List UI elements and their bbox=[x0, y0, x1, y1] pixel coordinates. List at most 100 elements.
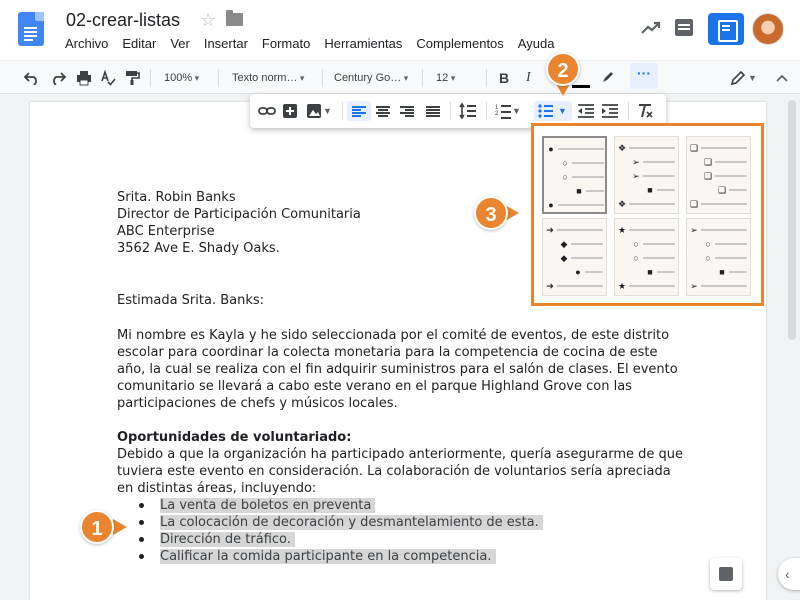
menu-bar: Archivo Editar Ver Insertar Formato Herr… bbox=[58, 36, 561, 51]
chevron-down-icon[interactable]: ▼ bbox=[748, 61, 757, 95]
italic-button[interactable]: I bbox=[526, 61, 531, 95]
toolbar-divider bbox=[150, 69, 151, 87]
spellcheck-icon[interactable] bbox=[100, 70, 116, 86]
bullet-style-menu: ● ○ ○ ■ ● ❖ ➢ ➢ ■ ❖ ❑ ❑ ❑ ❑ ❑ ➔ ◆ ◆ ● ➔ … bbox=[531, 123, 764, 306]
bullet-diamond-icon: ◆ bbox=[560, 253, 568, 263]
menu-complementos[interactable]: Complementos bbox=[409, 36, 510, 51]
bullet-square-icon: ■ bbox=[576, 186, 582, 196]
bulleted-list-button[interactable]: ▼ bbox=[534, 101, 572, 121]
text-color-bar[interactable] bbox=[572, 85, 590, 88]
clear-formatting-icon[interactable] bbox=[636, 101, 654, 121]
address-line: Srita. Robin Banks bbox=[117, 190, 236, 205]
bullet-diamond-icon: ◆ bbox=[560, 239, 568, 249]
highlight-pen-icon[interactable] bbox=[600, 69, 616, 85]
bullet-arrowhead-icon: ➢ bbox=[632, 157, 640, 167]
menu-herramientas[interactable]: Herramientas bbox=[317, 36, 409, 51]
avatar[interactable] bbox=[752, 13, 784, 45]
bullet-style-option-diamond[interactable]: ❖ ➢ ➢ ■ ❖ bbox=[614, 136, 679, 214]
bullet-style-option-arrow[interactable]: ➔ ◆ ◆ ● ➔ bbox=[542, 218, 607, 296]
line-spacing-icon[interactable] bbox=[458, 101, 478, 121]
bullet-box-icon: ❑ bbox=[689, 143, 699, 153]
paint-format-icon[interactable] bbox=[124, 70, 140, 86]
bulleted-list[interactable]: La venta de boletos en preventa La coloc… bbox=[139, 497, 543, 565]
share-button[interactable] bbox=[708, 13, 744, 45]
callout-1: 1 bbox=[80, 510, 114, 544]
print-icon[interactable] bbox=[76, 70, 92, 86]
bullet-circle-icon: ○ bbox=[562, 172, 568, 182]
document-title[interactable]: 02-crear-listas bbox=[66, 10, 180, 31]
bullet-square-icon: ■ bbox=[647, 185, 653, 195]
main-toolbar: 100% Texto norm… Century Go… 12 B I ▼ bbox=[0, 60, 800, 94]
bullet-style-option-disc[interactable]: ● ○ ○ ■ ● bbox=[542, 136, 607, 214]
decrease-indent-icon[interactable] bbox=[576, 101, 596, 121]
bullet-box-icon: ❑ bbox=[703, 157, 713, 167]
list-item-text: La venta de boletos en preventa bbox=[160, 498, 376, 513]
list-item[interactable]: Calificar la comida participante en la c… bbox=[139, 548, 523, 565]
menu-archivo[interactable]: Archivo bbox=[58, 36, 115, 51]
bullet-circle-icon: ○ bbox=[633, 239, 639, 249]
callout-2: 2 bbox=[546, 52, 580, 86]
list-item[interactable]: La colocación de decoración y desmantela… bbox=[139, 514, 543, 531]
align-center-button[interactable] bbox=[371, 101, 395, 121]
align-left-button[interactable] bbox=[347, 101, 371, 121]
bullet-dot bbox=[139, 503, 144, 508]
chevron-down-icon[interactable]: ▼ bbox=[512, 101, 521, 121]
align-right-button[interactable] bbox=[395, 101, 419, 121]
zoom-select[interactable]: 100% bbox=[164, 61, 199, 95]
list-item[interactable]: La venta de boletos en preventa bbox=[139, 497, 523, 514]
menu-ayuda[interactable]: Ayuda bbox=[511, 36, 562, 51]
bullet-style-option-star[interactable]: ★ ○ ○ ■ ★ bbox=[614, 218, 679, 296]
toolbar-divider bbox=[342, 102, 343, 120]
increase-indent-icon[interactable] bbox=[600, 101, 620, 121]
menu-ver[interactable]: Ver bbox=[163, 36, 197, 51]
font-size-select[interactable]: 12 bbox=[436, 61, 455, 95]
volunteer-text: Debido a que la organización ha particip… bbox=[117, 447, 684, 496]
callout-3: 3 bbox=[474, 196, 508, 230]
recipient-address[interactable]: Srita. Robin Banks Director de Participa… bbox=[117, 189, 361, 257]
menu-formato[interactable]: Formato bbox=[255, 36, 317, 51]
insert-comment-icon[interactable] bbox=[282, 101, 298, 121]
insert-image-icon[interactable] bbox=[306, 101, 322, 121]
bullet-arrowhead-icon: ➢ bbox=[632, 171, 640, 181]
undo-icon[interactable] bbox=[24, 71, 40, 85]
bullet-style-option-box[interactable]: ❑ ❑ ❑ ❑ ❑ bbox=[686, 136, 751, 214]
menu-insertar[interactable]: Insertar bbox=[197, 36, 255, 51]
menu-editar[interactable]: Editar bbox=[115, 36, 163, 51]
explore-button[interactable] bbox=[710, 558, 742, 590]
scrollbar-thumb[interactable] bbox=[788, 100, 796, 340]
bullet-style-option-arrowhead[interactable]: ➢ ○ ○ ■ ➢ bbox=[686, 218, 751, 296]
salutation[interactable]: Estimada Srita. Banks: bbox=[117, 292, 264, 309]
star-icon[interactable]: ☆ bbox=[200, 10, 216, 31]
bullet-arrowhead-icon: ➢ bbox=[690, 225, 698, 235]
bullet-arrow-icon: ➔ bbox=[546, 225, 554, 235]
body-paragraph[interactable]: Mi nombre es Kayla y he sido seleccionad… bbox=[117, 327, 687, 412]
volunteer-section[interactable]: Oportunidades de voluntariado: Debido a … bbox=[117, 429, 687, 497]
folder-icon[interactable] bbox=[226, 10, 243, 26]
bold-button[interactable]: B bbox=[499, 61, 509, 95]
comment-icon[interactable] bbox=[675, 19, 693, 36]
edit-mode-icon[interactable] bbox=[730, 70, 746, 86]
toolbar-divider bbox=[486, 102, 487, 120]
collapse-menu-icon[interactable] bbox=[776, 73, 788, 83]
style-select[interactable]: Texto norm… bbox=[232, 61, 304, 95]
activity-trend-icon[interactable] bbox=[640, 18, 662, 38]
bullet-arrow-icon: ➔ bbox=[546, 281, 554, 291]
link-icon[interactable] bbox=[258, 101, 276, 121]
chevron-down-icon[interactable]: ▼ bbox=[323, 101, 332, 121]
list-item-text: Dirección de tráfico. bbox=[160, 532, 295, 547]
list-item[interactable]: Dirección de tráfico. bbox=[139, 531, 523, 548]
bullet-box-icon: ❑ bbox=[703, 171, 713, 181]
svg-text:2: 2 bbox=[495, 111, 499, 117]
numbered-list-icon[interactable]: 12 bbox=[494, 101, 512, 121]
bullet-diamond-star-icon: ❖ bbox=[617, 199, 627, 209]
font-select[interactable]: Century Go… bbox=[334, 61, 408, 95]
justify-button[interactable] bbox=[421, 101, 445, 121]
bullet-dot bbox=[139, 554, 144, 559]
more-options-button[interactable]: ··· bbox=[630, 63, 658, 89]
bullet-box-icon: ❑ bbox=[717, 185, 727, 195]
docs-logo-icon[interactable] bbox=[18, 12, 44, 46]
redo-icon[interactable] bbox=[50, 71, 66, 85]
scrollbar[interactable] bbox=[786, 96, 798, 600]
toolbar-divider bbox=[486, 69, 487, 87]
bullet-square-icon: ■ bbox=[647, 267, 653, 277]
